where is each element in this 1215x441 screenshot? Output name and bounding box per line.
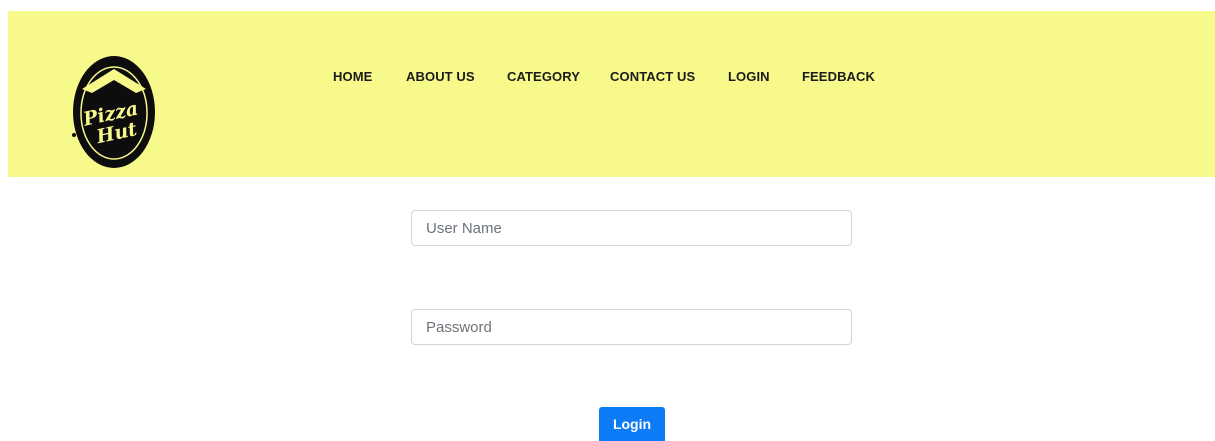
nav-login[interactable]: LOGIN <box>728 67 770 87</box>
nav-feedback[interactable]: FEEDBACK <box>802 67 875 87</box>
username-field[interactable] <box>411 210 852 246</box>
nav-contact-us[interactable]: CONTACT US <box>610 67 695 87</box>
site-header: Pizza Hut HOME ABOUT US CATEGORY CONTACT… <box>8 11 1215 177</box>
logo-dot <box>72 133 76 137</box>
nav-home[interactable]: HOME <box>333 67 372 87</box>
password-field[interactable] <box>411 309 852 345</box>
page: Pizza Hut HOME ABOUT US CATEGORY CONTACT… <box>0 0 1215 441</box>
main-nav: HOME ABOUT US CATEGORY CONTACT US LOGIN … <box>8 67 1215 91</box>
login-button[interactable]: Login <box>599 407 665 441</box>
nav-category[interactable]: CATEGORY <box>507 67 580 87</box>
nav-about-us[interactable]: ABOUT US <box>406 67 475 87</box>
